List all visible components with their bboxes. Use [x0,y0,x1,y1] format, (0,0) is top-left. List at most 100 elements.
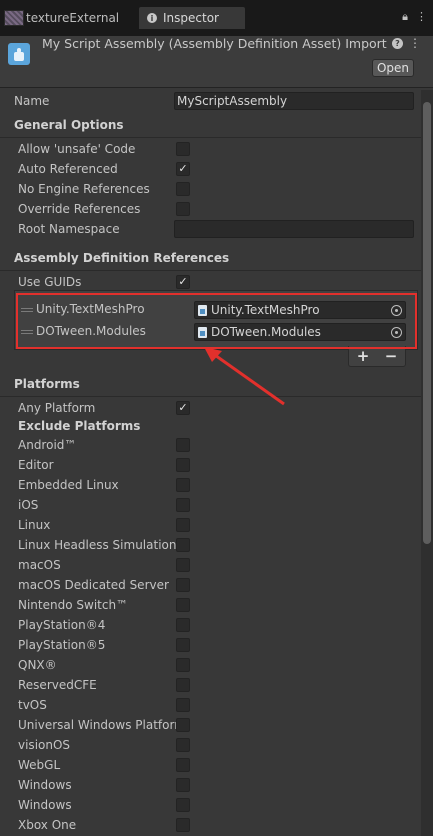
platform-row: PlayStation®5 [0,635,421,655]
texture-icon [4,10,24,26]
tab-texture-external[interactable]: textureExternal [0,7,138,29]
platform-checkbox[interactable] [176,698,190,712]
platform-checkbox[interactable] [176,738,190,752]
exclude-platforms-row: Exclude Platforms [0,416,421,436]
kebab-menu-icon[interactable]: ⋮ [416,10,427,24]
platform-checkbox[interactable] [176,618,190,632]
platform-checkbox[interactable] [176,658,190,672]
platform-checkbox[interactable] [176,758,190,772]
platform-row: visionOS [0,735,421,755]
reference-label: DOTween.Modules [36,324,146,338]
platform-checkbox[interactable] [176,718,190,732]
object-picker-icon[interactable] [391,305,402,316]
platform-label: Nintendo Switch™ [18,598,129,612]
inspector-header: My Script Assembly (Assembly Definition … [0,36,433,88]
general-option-row: No Engine References [0,179,421,199]
remove-button[interactable]: − [385,347,398,365]
any-platform-row: Any Platform ✓ [0,398,421,418]
general-option-label: No Engine References [18,182,150,196]
general-option-checkbox[interactable] [176,142,190,156]
tab-controls: 🔒︎ ⋮ [402,10,427,24]
general-option-label: Override References [18,202,141,216]
platform-label: iOS [18,498,39,512]
general-option-row: Allow 'unsafe' Code [0,139,421,159]
tab-label: textureExternal [26,11,120,25]
platform-label: macOS Dedicated Server [18,578,169,592]
name-row: Name MyScriptAssembly [0,91,421,111]
root-namespace-label: Root Namespace [18,222,120,236]
platform-checkbox[interactable] [176,518,190,532]
platform-row: macOS Dedicated Server [0,575,421,595]
name-field[interactable]: MyScriptAssembly [174,92,414,110]
platform-checkbox[interactable] [176,638,190,652]
general-options-header: General Options [14,118,124,132]
tab-inspector[interactable]: i Inspector [139,7,245,29]
general-option-checkbox[interactable]: ✓ [176,162,190,176]
platform-checkbox[interactable] [176,798,190,812]
platform-label: Windows [18,798,72,812]
platform-row: ReservedCFE [0,675,421,695]
header-menu-icon[interactable]: ⋮ [409,36,421,50]
reference-object-field[interactable]: Unity.TextMeshPro [194,301,406,319]
platform-row: Windows [0,795,421,815]
platform-checkbox[interactable] [176,818,190,832]
platform-label: macOS [18,558,61,572]
platform-label: Linux Headless Simulation [18,538,177,552]
platform-checkbox[interactable] [176,578,190,592]
root-namespace-field[interactable] [174,220,414,238]
platform-row: Universal Windows Platform [0,715,421,735]
scrollbar-thumb[interactable] [423,102,431,544]
platform-row: Windows [0,775,421,795]
open-button[interactable]: Open [372,59,414,77]
platform-checkbox[interactable] [176,478,190,492]
platform-row: Android™ [0,435,421,455]
platform-checkbox[interactable] [176,458,190,472]
divider [0,396,421,397]
platform-checkbox[interactable] [176,498,190,512]
platform-row: QNX® [0,655,421,675]
platform-label: Universal Windows Platform [18,718,186,732]
platform-checkbox[interactable] [176,558,190,572]
assembly-definition-icon [8,43,30,65]
tab-label: Inspector [163,11,219,25]
general-option-row: Auto Referenced ✓ [0,159,421,179]
list-item[interactable]: DOTween.Modules DOTween.Modules [15,321,419,343]
platform-label: Editor [18,458,54,472]
assembly-references-header: Assembly Definition References [14,251,230,265]
platform-label: visionOS [18,738,71,752]
platform-label: Linux [18,518,51,532]
platform-checkbox[interactable] [176,678,190,692]
vertical-scrollbar[interactable] [421,90,433,836]
platforms-header: Platforms [14,377,80,391]
drag-handle-icon[interactable] [21,330,33,334]
divider [0,137,421,138]
general-option-checkbox[interactable] [176,202,190,216]
reference-object-field[interactable]: DOTween.Modules [194,323,406,341]
platform-checkbox[interactable] [176,438,190,452]
info-icon: i [147,13,157,23]
assembly-asset-icon [198,305,207,316]
platform-label: PlayStation®5 [18,638,106,652]
drag-handle-icon[interactable] [21,308,33,312]
use-guids-label: Use GUIDs [18,275,82,289]
any-platform-checkbox[interactable]: ✓ [176,401,190,415]
list-footer: + − [348,346,406,367]
platform-row: Editor [0,455,421,475]
assembly-asset-icon [198,327,207,338]
platform-checkbox[interactable] [176,778,190,792]
object-picker-icon[interactable] [391,327,402,338]
help-icon[interactable]: ? [392,38,403,49]
general-option-label: Auto Referenced [18,162,118,176]
platform-row: iOS [0,495,421,515]
general-option-checkbox[interactable] [176,182,190,196]
any-platform-label: Any Platform [18,401,96,415]
lock-icon[interactable]: 🔒︎ [402,10,408,24]
platform-label: PlayStation®4 [18,618,106,632]
add-button[interactable]: + [357,347,370,365]
use-guids-checkbox[interactable]: ✓ [176,275,190,289]
list-item[interactable]: Unity.TextMeshPro Unity.TextMeshPro [15,299,419,321]
general-option-row: Override References [0,199,421,219]
platform-checkbox[interactable] [176,538,190,552]
platform-label: Xbox One [18,818,77,832]
platform-checkbox[interactable] [176,598,190,612]
